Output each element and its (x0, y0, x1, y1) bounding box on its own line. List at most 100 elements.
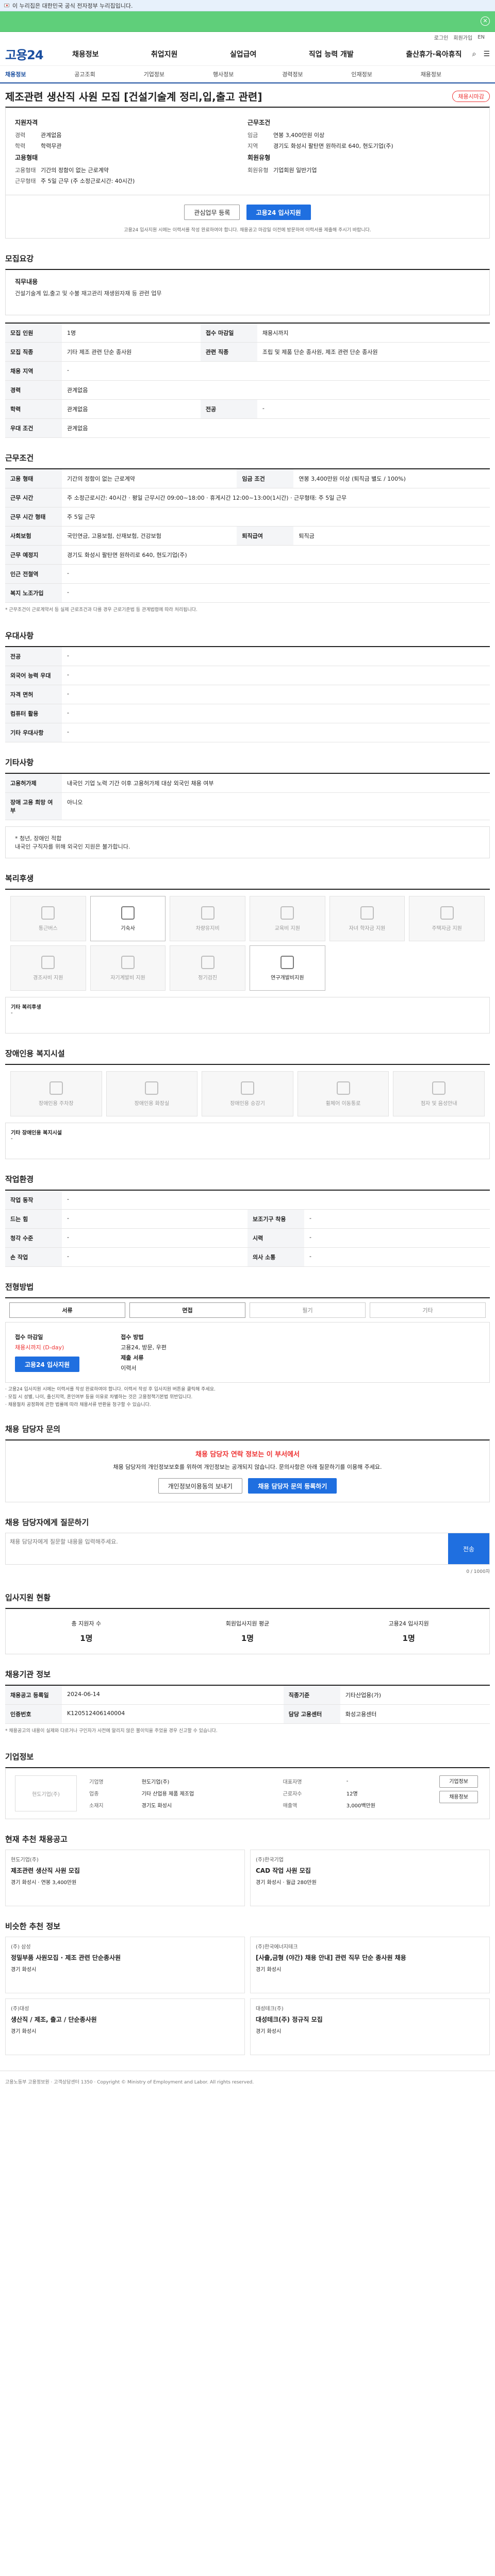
job-card-meta: 경기 화성시 (11, 2029, 37, 2035)
job-card[interactable]: (주)대성 생산직 / 제조, 출고 / 단순종사원 경기 화성시 (5, 1998, 245, 2055)
gnb-item-0[interactable]: 채용정보 (72, 49, 99, 59)
site-logo[interactable]: 고용24 (5, 45, 67, 63)
row-label-2: 의사 소통 (248, 1247, 304, 1267)
row-label: 모집 인원 (5, 323, 62, 343)
summary-right-heading: 근무조건 (248, 119, 271, 126)
job-card[interactable]: 현도기업(주) 제조관련 생산직 사원 모집 경기 화성시 · 연봉 3,400만원 (5, 1850, 245, 1906)
summary-row: 지역 경기도 화성시 팔탄면 원하리로 640, 현도기업(주) (248, 142, 480, 150)
interest-button[interactable]: 관심업무 등록 (184, 205, 240, 220)
lnb-item-4[interactable]: 경력정보 (282, 70, 351, 78)
row-label: 작업 동작 (5, 1190, 62, 1210)
row-label: 근무 시간 형태 (5, 507, 62, 527)
row-value-2: - (304, 1247, 490, 1267)
method-label: 접수 방법 (121, 1334, 144, 1341)
disab-extra-value: - (11, 1136, 13, 1142)
flag-icon (4, 4, 9, 7)
section-contact-title: 채용 담당자 문의 (5, 1425, 61, 1434)
summary-row: 임금 연봉 3,400만원 이상 (248, 131, 480, 139)
lnb-item-0[interactable]: 채용정보 (5, 70, 74, 78)
deadline-label: 접수 마감일 (15, 1334, 43, 1341)
lang-link[interactable]: EN (477, 35, 485, 40)
apply-info-left: 접수 마감일 채용시까지 (D-day) 고용24 입사지원 (15, 1331, 80, 1374)
row-label: 고용허가제 (5, 773, 62, 793)
facility-label: 연구개발비지원 (271, 975, 304, 981)
table-row: 우대 조건 관계없음 (5, 418, 490, 438)
table-row: 기타 우대사항 - (5, 723, 490, 742)
row-value: 아니오 (62, 792, 490, 820)
section-cond-title: 근무조건 (5, 453, 34, 463)
apply-notice: · 모집 시 성별, 나이, 출신지역, 혼인여부 등을 이유로 차별하는 것은… (5, 1395, 193, 1400)
stat-value: 1명 (80, 1634, 93, 1643)
lnb-item-3[interactable]: 행사정보 (213, 70, 282, 78)
job-card-title: 제조관련 생산직 사원 모집 (11, 1867, 80, 1874)
row-value: 주 소정근로시간: 40시간 · 평일 근무시간 09:00~18:00 · 휴… (62, 488, 490, 507)
welfare-extra: 기타 복리후생 - (5, 997, 490, 1033)
menu-icon[interactable]: ☰ (483, 50, 490, 58)
summary-row-label: 경력 (15, 132, 26, 139)
apply-notices: · 고용24 입사지원 시에는 이력서를 작성 완료하여야 합니다. 이력서 작… (5, 1383, 490, 1409)
job-card[interactable]: (주)한국기업 CAD 작업 사원 모집 경기 화성시 · 월급 280만원 (250, 1850, 490, 1906)
job-card[interactable]: (주)한국에너지테크 [사출,금형 (야간) 채용 안내] 관련 직무 단순 종사… (250, 1937, 490, 1993)
pref-table: 전공 - 외국어 능력 우대 - 자격 면허 - 컴퓨터 활용 - 기타 우대사항 - (5, 646, 490, 742)
welfare-grid: 통근버스 기숙사 차량유지비 교육비 지원 자녀 학자금 지원 주택자금 지원 경조사비 지… (5, 889, 490, 997)
login-link[interactable]: 로그인 (434, 33, 449, 41)
job-card[interactable]: (주) 삼성 정밀부품 사원모집 · 제조 관련 단순종사원 경기 화성시 (5, 1937, 245, 1993)
contact-button[interactable]: 채용 담당자 문의 등록하기 (248, 1478, 337, 1494)
row-label: 우대 조건 (5, 418, 62, 438)
apply-info-right: 접수 방법 고용24, 방문, 우편 제출 서류 이력서 (121, 1331, 167, 1374)
gnb-item-3[interactable]: 직업 능력 개발 (309, 49, 354, 59)
corp-cell: 3,000백만원 (346, 1803, 376, 1809)
gnb-item-4[interactable]: 출산휴가·육아휴직 (406, 49, 461, 59)
promo-bar: ✕ (0, 11, 495, 32)
row-value-2: 연봉 3,400만원 이상 (퇴직금 별도 / 100%) (293, 469, 490, 488)
apply-button[interactable]: 고용24 입사지원 (246, 205, 311, 220)
row-label: 외국어 능력 우대 (5, 666, 62, 685)
corp-info-button[interactable]: 기업정보 (439, 1775, 478, 1788)
table-row: 근무 시간 주 소정근로시간: 40시간 · 평일 근무시간 09:00~18:0… (5, 488, 490, 507)
row-value: - (62, 704, 490, 723)
facility-icon (280, 955, 294, 969)
stat-label: 고용24 입사지원 (388, 1620, 429, 1627)
close-icon[interactable]: ✕ (481, 16, 490, 26)
related-cards: 현도기업(주) 제조관련 생산직 사원 모집 경기 화성시 · 연봉 3,400만원… (5, 1850, 490, 1906)
facility-item: 차량유지비 (170, 896, 245, 941)
lnb-item-5[interactable]: 인재정보 (351, 70, 420, 78)
facility-label: 통근버스 (38, 925, 58, 931)
table-row: 장애 고용 희망 여부 아니오 (5, 792, 490, 820)
facility-item: 연구개발비지원 (250, 945, 325, 991)
lnb-item-6[interactable]: 채용정보 (421, 70, 490, 78)
docs-value: 이력서 (121, 1365, 137, 1371)
row-value: 내국인 기업 노력 기간 이후 고용허가제 대상 외국인 채용 여부 (62, 773, 490, 793)
facility-item: 점자 및 음성안내 (393, 1071, 485, 1116)
corp-cell: 근로자수 (283, 1791, 302, 1797)
apply-button-2[interactable]: 고용24 입사지원 (15, 1357, 80, 1372)
summary-row: 학력 학력무관 (15, 142, 248, 150)
gnb-item-1[interactable]: 취업지원 (151, 49, 178, 59)
job-card-meta: 경기 화성시 (256, 2029, 282, 2035)
signup-link[interactable]: 회원가입 (453, 33, 472, 41)
footer-text: 고용노동부 고용정보원 · 고객상담센터 1350 · Copyright © … (5, 2080, 254, 2085)
row-value: - (62, 583, 490, 603)
consent-button[interactable]: 개인정보이용동의 보내기 (158, 1478, 242, 1494)
facility-icon (121, 955, 135, 969)
lnb-item-1[interactable]: 공고조회 (74, 70, 143, 78)
row-label: 청각 수준 (5, 1228, 62, 1248)
corp-jobs-button[interactable]: 채용정보 (439, 1791, 478, 1803)
section-etc-title: 기타사항 (5, 758, 34, 767)
summary-left2-heading: 고용형태 (15, 154, 38, 161)
env-table: 작업 동작 - 드는 힘 - 보조기구 착용 - 청각 수준 - 시력 - 손 작업 - 의사 소통 - (5, 1190, 490, 1267)
table-row: 자격 면허 - (5, 685, 490, 704)
table-row: 채용 지역 - (5, 361, 490, 381)
job-card[interactable]: 대성테크(주) 대성테크(주) 정규직 모집 경기 화성시 (250, 1998, 490, 2055)
row-value: - (62, 1228, 248, 1248)
gov-banner: 이 누리집은 대한민국 공식 전자정부 누리집입니다. (0, 0, 495, 11)
method-item: 면접 (129, 1302, 245, 1318)
apply-info: 접수 마감일 채용시까지 (D-day) 고용24 입사지원 접수 방법 고용2… (5, 1323, 490, 1383)
gnb-item-2[interactable]: 실업급여 (230, 49, 257, 59)
lnb-item-2[interactable]: 기업정보 (144, 70, 213, 78)
qna-send-button[interactable]: 전송 (448, 1533, 489, 1564)
duty-box: 직무내용 건설기술계 입,출고 및 수불 재고관리 재생원자재 등 관련 업무 (5, 269, 490, 315)
search-icon[interactable]: ⌕ (472, 50, 476, 58)
qna-input[interactable] (6, 1533, 448, 1564)
row-value: 관계없음 (62, 418, 490, 438)
